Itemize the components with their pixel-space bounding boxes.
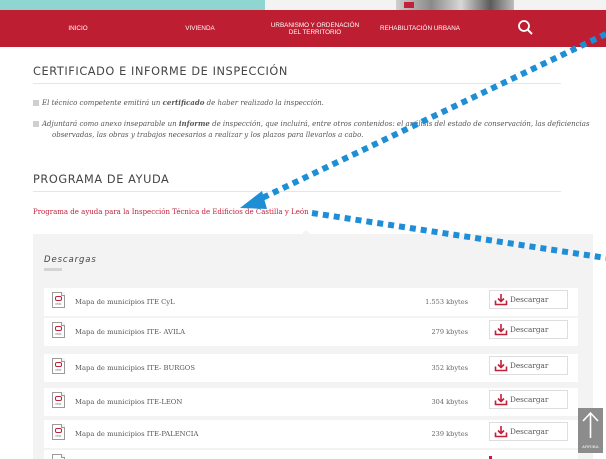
pdf-icon: PDF: [52, 392, 65, 408]
paragraph-text: de haber realizado la inspección.: [204, 99, 324, 107]
file-size: 239 kbytes: [431, 430, 468, 438]
title-underline: [44, 268, 62, 271]
programa-heading: PROGRAMA DE AYUDA: [33, 173, 170, 186]
descargar-button[interactable]: Descargar: [489, 290, 568, 309]
paragraph-emphasis: informe: [178, 119, 210, 128]
back-to-top-button[interactable]: ARRIBA: [578, 408, 603, 453]
paragraph-emphasis: certificado: [162, 98, 205, 107]
nav-item-rehabilitacion[interactable]: REHABILITACIÓN URBANA: [375, 10, 465, 47]
file-name: Mapa de municipios ITE-PALENCIA: [75, 430, 199, 438]
descargar-label: Descargar: [510, 395, 549, 404]
heading-divider: [33, 83, 561, 84]
download-row: PDF Mapa de municipios ITE- AVILA 279 kb…: [44, 318, 578, 346]
paragraph-text: observadas, las obras y trabajos necesar…: [52, 131, 364, 139]
download-row: PDF Mapa de municipios ITE CyL 1.553 kby…: [44, 288, 578, 316]
paragraph-text: El técnico competente emitirá un: [42, 99, 163, 107]
descargar-button[interactable]: Descargar: [489, 320, 568, 339]
descargar-label: Descargar: [510, 427, 549, 436]
top-accent-strip: [0, 0, 265, 10]
pdf-icon: PDF: [52, 358, 65, 374]
bullet-marker: [33, 100, 39, 106]
download-row: [44, 450, 578, 459]
search-icon[interactable]: [516, 18, 536, 38]
download-icon: [494, 426, 508, 438]
descargar-button[interactable]: Descargar: [489, 422, 568, 441]
descargar-label: Descargar: [510, 325, 549, 334]
download-icon: [494, 294, 508, 306]
arrow-head: [240, 191, 267, 209]
download-row: PDF Mapa de municipios ITE-LEON 304 kbyt…: [44, 388, 578, 416]
heading-divider: [33, 191, 561, 192]
pdf-icon: PDF: [52, 292, 65, 308]
arrow-up-icon: [582, 411, 599, 438]
bullet-marker: [33, 121, 39, 127]
certificado-heading: CERTIFICADO E INFORME DE INSPECCIÓN: [33, 65, 288, 78]
top-banner: [0, 0, 606, 12]
paragraph-text: Adjuntará como anexo inseparable un: [42, 120, 179, 128]
nav-item-vivienda[interactable]: VIVIENDA: [170, 10, 230, 47]
pdf-icon: PDF: [52, 424, 65, 440]
downloads-title: Descargas: [44, 255, 97, 265]
programa-ayuda-link[interactable]: Programa de ayuda para la Inspección Téc…: [33, 208, 309, 216]
descargar-button[interactable]: Descargar: [489, 356, 568, 375]
descargar-label: Descargar: [510, 361, 549, 370]
arrow-line: [256, 31, 606, 203]
descargar-button[interactable]: Descargar: [489, 390, 568, 409]
file-name: Mapa de municipios ITE-LEON: [75, 398, 183, 406]
paragraph-text: de inspección, que incluirá, entre otros…: [209, 120, 590, 128]
nav-item-inicio[interactable]: INICIO: [58, 10, 98, 47]
download-row: PDF Mapa de municipios ITE- BURGOS 352 k…: [44, 354, 578, 382]
file-name: Mapa de municipios ITE- AVILA: [75, 328, 186, 336]
main-nav: INICIO VIVIENDA URBANISMO Y ORDENACIÓN D…: [0, 10, 606, 47]
file-size: 304 kbytes: [431, 398, 468, 406]
download-icon: [494, 324, 508, 336]
informe-paragraph: Adjuntará como anexo inseparable un info…: [42, 118, 590, 141]
download-row: PDF Mapa de municipios ITE-PALENCIA 239 …: [44, 420, 578, 448]
header-red-chip: [404, 2, 414, 8]
pdf-icon: PDF: [52, 322, 65, 338]
pdf-icon: [52, 454, 65, 459]
descargar-label: Descargar: [510, 295, 549, 304]
file-size: 279 kbytes: [431, 328, 468, 336]
back-to-top-label: ARRIBA: [582, 444, 599, 449]
file-name: Mapa de municipios ITE CyL: [75, 298, 175, 306]
nav-item-urbanismo[interactable]: URBANISMO Y ORDENACIÓN DEL TERRITORIO: [265, 10, 365, 47]
file-size: 1.553 kbytes: [425, 298, 468, 306]
file-name: Mapa de municipios ITE- BURGOS: [75, 364, 195, 372]
file-size: 352 kbytes: [431, 364, 468, 372]
panel-notch: [294, 230, 318, 242]
certificado-paragraph: El técnico competente emitirá un certifi…: [42, 97, 324, 109]
download-icon: [494, 394, 508, 406]
download-icon: [494, 360, 508, 372]
